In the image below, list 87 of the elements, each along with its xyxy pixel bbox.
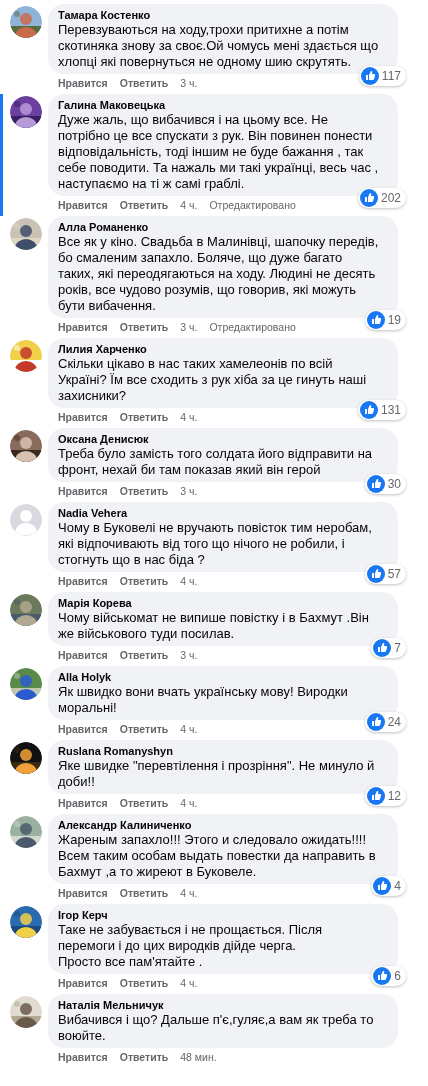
like-link[interactable]: Нравится [58,977,108,990]
author-name[interactable]: Alla Holyk [58,670,380,684]
comment-text: Вибачився і що? Дальше п'є,гуляє,а вам як треба то воюйте. [58,1012,375,1044]
comment-text: Чому військомат не випише повістку і в Бахмут .Він же військового туди посилав. [58,610,370,642]
edited-label: Отредактировано [209,199,296,212]
author-name[interactable]: Александр Калиниченко [58,818,380,832]
reaction-count[interactable]: 131 [357,400,406,420]
like-link[interactable]: Нравится [58,723,108,736]
reaction-number: 12 [387,788,401,805]
reaction-count[interactable]: 7 [371,638,406,658]
author-name[interactable]: Nadia Vehera [58,506,380,520]
reaction-number: 7 [394,640,401,657]
reply-link[interactable]: Ответить [119,321,169,334]
reaction-count[interactable]: 4 [371,876,406,896]
thumbs-up-icon [359,401,378,419]
reply-link[interactable]: Ответить [119,887,169,900]
like-link[interactable]: Нравится [58,887,108,900]
reaction-count[interactable]: 6 [371,966,406,986]
edited-label: Отредактировано [209,321,296,334]
like-link[interactable]: Нравится [58,1051,108,1064]
comment-text: Таке не забувається і не прощається. Після перемоги і до цих виродків дійде черга. Просто все пам'ятайте . [58,922,324,970]
reply-link[interactable]: Ответить [119,77,169,90]
reaction-count[interactable]: 117 [358,66,406,86]
author-name[interactable]: Оксана Денисюк [58,432,380,446]
reaction-number: 117 [381,68,401,85]
like-link[interactable]: Нравится [58,649,108,662]
author-name[interactable]: Ігор Керч [58,908,380,922]
like-link[interactable]: Нравится [58,797,108,810]
timestamp[interactable]: 4 ч. [180,977,198,990]
thumbs-up-icon [373,877,392,895]
reaction-count[interactable]: 30 [364,474,406,494]
reaction-number: 4 [394,878,401,895]
timestamp[interactable]: 4 ч. [180,411,198,424]
like-link[interactable]: Нравится [58,321,108,334]
thumbs-up-icon [366,565,385,583]
reply-link[interactable]: Ответить [119,485,169,498]
reply-link[interactable]: Ответить [119,649,169,662]
reaction-number: 6 [394,968,401,985]
timestamp[interactable]: 4 ч. [180,575,198,588]
reaction-count[interactable]: 24 [364,712,406,732]
author-name[interactable]: Ruslana Romanyshyn [58,744,380,758]
reaction-number: 57 [387,566,401,583]
timestamp[interactable]: 3 ч. [180,77,198,90]
reaction-count[interactable]: 19 [364,310,406,330]
timestamp[interactable]: 4 ч. [180,723,198,736]
reply-link[interactable]: Ответить [119,199,169,212]
like-link[interactable]: Нравится [58,199,108,212]
reaction-number: 202 [380,190,401,207]
thumbs-up-icon [359,189,378,207]
reaction-number: 24 [387,714,401,731]
like-link[interactable]: Нравится [58,77,108,90]
reply-link[interactable]: Ответить [119,411,169,424]
timestamp[interactable]: 4 ч. [180,887,198,900]
thumbs-up-icon [373,639,392,657]
reply-link[interactable]: Ответить [119,575,169,588]
reply-link[interactable]: Ответить [119,1051,169,1064]
reply-link[interactable]: Ответить [119,723,169,736]
reply-link[interactable]: Ответить [119,797,169,810]
comment-text: Як швидко вони вчать українську мову! Виродки моральні! [58,684,349,716]
author-name[interactable]: Наталія Мельничук [58,998,380,1012]
thumbs-up-icon [360,67,379,85]
timestamp[interactable]: 48 мин. [180,1051,217,1064]
timestamp[interactable]: 3 ч. [180,485,198,498]
timestamp[interactable]: 3 ч. [180,649,198,662]
like-link[interactable]: Нравится [58,411,108,424]
like-link[interactable]: Нравится [58,575,108,588]
author-name[interactable]: Лилия Харченко [58,342,380,356]
reaction-count[interactable]: 12 [364,786,406,806]
thumbs-up-icon [373,967,392,985]
thumbs-up-icon [366,713,385,731]
author-name[interactable]: Тамара Костенко [58,8,380,22]
reaction-count[interactable]: 57 [364,564,406,584]
reaction-number: 131 [380,402,401,419]
timestamp[interactable]: 4 ч. [180,199,198,212]
author-name[interactable]: Галина Маковецька [58,98,380,112]
reply-link[interactable]: Ответить [119,977,169,990]
timestamp[interactable]: 3 ч. [180,321,198,334]
thumbs-up-icon [366,475,385,493]
thumbs-up-icon [366,311,385,329]
author-name[interactable]: Марія Корева [58,596,380,610]
reaction-number: 30 [387,476,401,493]
timestamp[interactable]: 4 ч. [180,797,198,810]
thumbs-up-icon [366,787,385,805]
reaction-count[interactable]: 202 [357,188,406,208]
reaction-number: 19 [387,312,401,329]
author-name[interactable]: Алла Романенко [58,220,380,234]
like-link[interactable]: Нравится [58,485,108,498]
